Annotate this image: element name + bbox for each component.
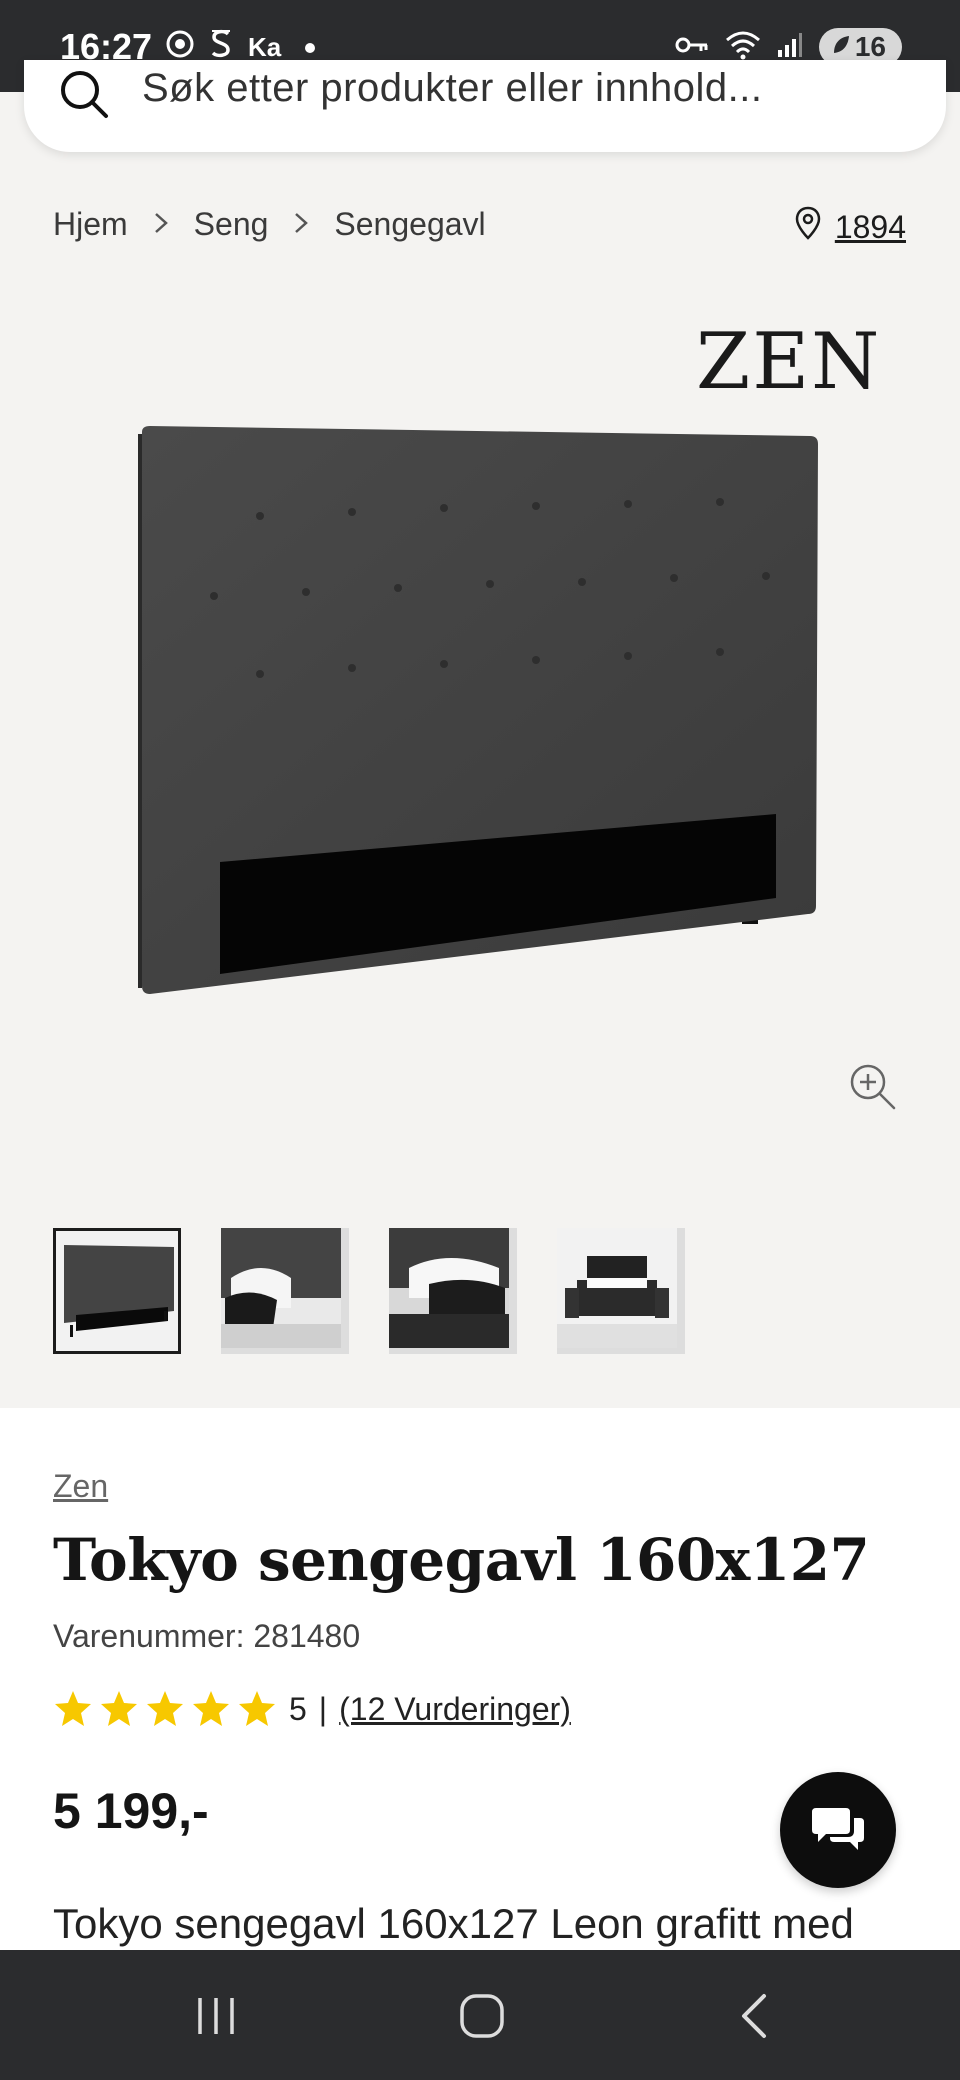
thumbnail-strip <box>53 1228 685 1354</box>
breadcrumb-item-home[interactable]: Hjem <box>53 206 128 243</box>
star-icon <box>193 1691 229 1726</box>
thumbnail-4[interactable] <box>557 1228 685 1354</box>
breadcrumb-item-seng[interactable]: Seng <box>194 206 269 243</box>
store-selector[interactable]: 1894 <box>795 206 906 248</box>
thumbnail-3[interactable] <box>389 1228 517 1354</box>
star-icon <box>239 1691 275 1726</box>
chevron-right-icon <box>154 208 168 242</box>
star-icon <box>147 1691 183 1726</box>
zoom-in-icon[interactable] <box>848 1062 898 1116</box>
search-icon[interactable] <box>56 66 112 126</box>
product-description: Tokyo sengegavl 160x127 Leon grafitt med <box>53 1900 854 1947</box>
back-button[interactable] <box>724 1988 784 2044</box>
wifi-icon <box>725 30 761 64</box>
system-nav-bar <box>0 1950 960 2080</box>
signal-icon <box>777 32 803 62</box>
vpn-key-icon <box>675 35 709 59</box>
reviews-link[interactable]: (12 Vurderinger) <box>339 1691 571 1728</box>
notification-dot-icon <box>305 42 316 53</box>
star-icon <box>55 1691 91 1726</box>
chat-icon <box>810 1804 866 1856</box>
home-button[interactable] <box>452 1988 512 2044</box>
rating-stars <box>53 1690 277 1728</box>
thumbnail-1[interactable] <box>53 1228 181 1354</box>
location-pin-icon <box>795 206 821 248</box>
thumbnail-2[interactable] <box>221 1228 349 1354</box>
breadcrumb-item-sengegavl[interactable]: Sengegavl <box>334 206 485 243</box>
star-icon <box>101 1691 137 1726</box>
rating-separator: | <box>318 1690 328 1727</box>
search-bar[interactable]: Søk etter produkter eller innhold... <box>24 60 946 152</box>
rating-value: 5 <box>289 1690 307 1727</box>
store-number[interactable]: 1894 <box>835 209 906 246</box>
product-price: 5 199,- <box>53 1783 209 1839</box>
chat-button[interactable] <box>780 1772 896 1888</box>
product-title: Tokyo sengegavl 160x127 <box>53 1526 870 1594</box>
brand-logo: ZEN <box>696 317 882 407</box>
recent-apps-button[interactable] <box>186 1988 246 2044</box>
battery-level: 16 <box>854 31 886 62</box>
carrier-text: Ka <box>248 32 282 62</box>
product-image[interactable] <box>130 420 830 1060</box>
product-sku: Varenummer: 281480 <box>53 1618 361 1654</box>
product-rating: 5 | (12 Vurderinger) <box>53 1690 571 1728</box>
breadcrumb: Hjem Seng Sengegavl <box>53 206 486 243</box>
leaf-icon <box>831 31 851 63</box>
search-input[interactable]: Søk etter produkter eller innhold... <box>142 66 763 111</box>
chevron-right-icon <box>294 208 309 242</box>
brand-link[interactable]: Zen <box>53 1468 108 1505</box>
